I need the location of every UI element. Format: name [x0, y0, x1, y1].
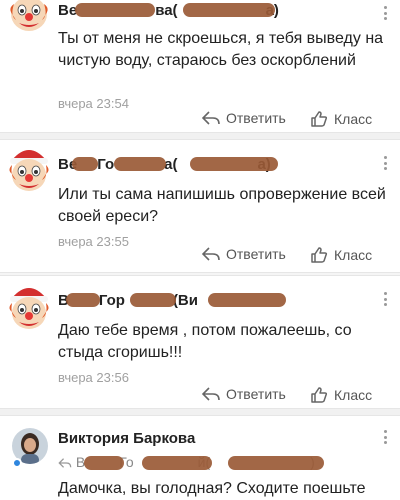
comment-divider: [0, 132, 400, 140]
online-status-dot: [12, 458, 22, 468]
more-options-icon[interactable]: [384, 430, 388, 444]
like-label: Класс: [334, 247, 373, 263]
comment-time: вчера 23:54: [58, 96, 129, 111]
redaction-mark: [114, 157, 166, 171]
redaction-mark: [190, 157, 278, 171]
redaction-mark: [208, 293, 286, 307]
reply-arrow-icon: [202, 111, 220, 125]
like-label: Класс: [334, 111, 373, 127]
redaction-mark: [72, 157, 98, 171]
clown-santa-avatar-icon[interactable]: [4, 280, 54, 330]
more-options-icon[interactable]: [384, 156, 388, 170]
like-button[interactable]: Класс: [310, 110, 372, 128]
like-label: Класс: [334, 387, 373, 403]
comment-item: Виктория Баркова ВГой() Дамочка, вы голо…: [0, 416, 400, 500]
comment-author[interactable]: Виктория Баркова: [58, 430, 195, 447]
reply-arrow-icon: [58, 458, 72, 469]
redaction-mark: [142, 456, 212, 470]
comment-item: Вева(а) Ты от меня не скроешься, я тебя …: [0, 0, 400, 140]
comment-divider: [0, 272, 400, 276]
thumbs-up-icon: [311, 387, 328, 403]
clown-santa-avatar-icon[interactable]: [4, 142, 54, 192]
thumbs-up-icon: [311, 111, 328, 127]
reply-label: Ответить: [226, 110, 286, 126]
comment-divider: [0, 408, 400, 416]
redaction-mark: [130, 293, 176, 307]
thumbs-up-icon: [311, 247, 328, 263]
redaction-mark: [75, 3, 155, 17]
comment-item: ВеГоа(а) Или ты сама напишишь опровержен…: [0, 140, 400, 270]
redaction-mark: [228, 456, 324, 470]
reply-arrow-icon: [202, 247, 220, 261]
reply-label: Ответить: [226, 386, 286, 402]
reply-button[interactable]: Ответить: [202, 110, 286, 126]
reply-button[interactable]: Ответить: [202, 386, 286, 402]
reply-button[interactable]: Ответить: [202, 246, 286, 262]
reply-arrow-icon: [202, 387, 220, 401]
more-options-icon[interactable]: [384, 292, 388, 306]
comment-time: вчера 23:56: [58, 370, 129, 385]
comment-text: Ты от меня не скроешься, я тебя выведу н…: [58, 30, 384, 69]
comment-time: вчера 23:55: [58, 234, 129, 249]
redaction-mark: [183, 3, 275, 17]
comment-text: Даю тебе время , потом пожалеешь, со сты…: [58, 322, 352, 361]
like-button[interactable]: Класс: [310, 246, 372, 264]
comment-text: Или ты сама напишишь опровержение всей с…: [58, 186, 386, 225]
redaction-mark: [66, 293, 100, 307]
comment-item: В Гор (Ви Даю тебе время , потом пожалеешь…: [0, 278, 400, 408]
more-options-icon[interactable]: [384, 6, 388, 20]
redaction-mark: [84, 456, 124, 470]
reply-label: Ответить: [226, 246, 286, 262]
clown-avatar-icon[interactable]: [4, 0, 54, 36]
comment-text: Дамочка, вы голодная? Сходите поешьте: [58, 480, 366, 497]
like-button[interactable]: Класс: [310, 386, 372, 404]
